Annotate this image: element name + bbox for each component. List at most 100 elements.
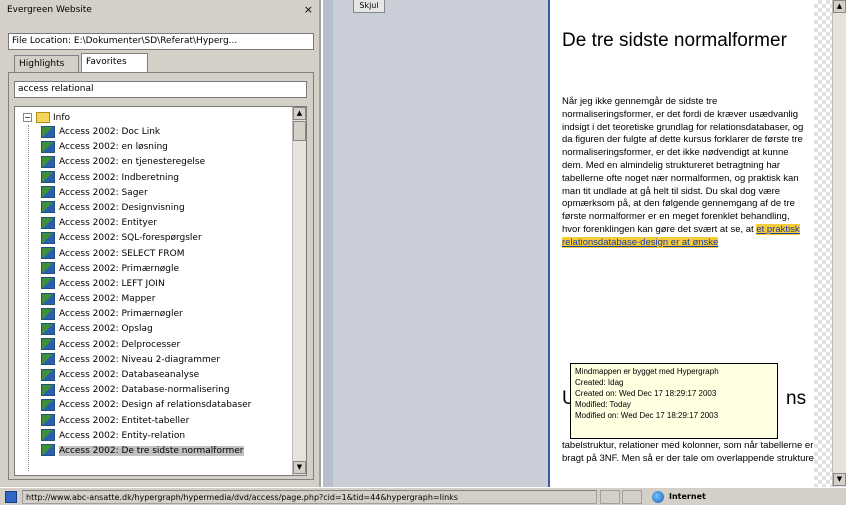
- file-location-field[interactable]: File Location: E:\Dokumenter\SD\Referat\…: [8, 33, 314, 50]
- tree-item[interactable]: Access 2002: Delprocesser: [41, 338, 286, 353]
- scroll-down-arrow[interactable]: ▼: [293, 461, 306, 474]
- tree-item[interactable]: Access 2002: Primærnøgle: [41, 262, 286, 277]
- tooltip-title: Mindmappen er bygget med Hypergraph: [575, 367, 719, 376]
- frame-divider: Skjul: [333, 0, 550, 487]
- tree-item[interactable]: Access 2002: Primærnøgler: [41, 307, 286, 322]
- tree-item-label: Access 2002: Delprocesser: [59, 339, 181, 350]
- tree-item[interactable]: Access 2002: Doc Link: [41, 125, 286, 140]
- tree-item-label: Access 2002: Designvisning: [59, 202, 185, 213]
- document-icon: [41, 322, 55, 335]
- tree-item-label: Access 2002: SQL-forespørgsler: [59, 233, 202, 244]
- document-icon: [41, 414, 55, 427]
- security-zone-label: Internet: [669, 492, 706, 501]
- folder-icon: [36, 112, 50, 123]
- tree-item[interactable]: Access 2002: Entitet-tabeller: [41, 414, 286, 429]
- document-icon: [41, 186, 55, 199]
- tooltip-line: Modified: Today: [575, 400, 631, 409]
- tree-item-label: Access 2002: Sager: [59, 187, 148, 198]
- document-icon: [41, 247, 55, 259]
- tree-scrollbar[interactable]: ▲ ▼: [292, 107, 306, 475]
- tree-item[interactable]: Access 2002: Database-normalisering: [41, 383, 286, 398]
- tree-item[interactable]: Access 2002: Databaseanalyse: [41, 368, 286, 383]
- document-icon: [41, 155, 55, 168]
- status-bar: http://www.abc-ansatte.dk/hypergraph/hyp…: [0, 487, 846, 505]
- document-icon: [41, 307, 55, 320]
- document-icon: [41, 171, 55, 184]
- document-icon: [41, 231, 55, 244]
- tree-item-label: Access 2002: Primærnøgler: [59, 309, 183, 320]
- tree-item-label: Access 2002: Mapper: [59, 294, 156, 305]
- document-icon: [41, 398, 55, 411]
- tree-item[interactable]: Access 2002: SQL-forespørgsler: [41, 231, 286, 246]
- document-icon: [41, 262, 55, 275]
- search-input[interactable]: access relational: [14, 81, 307, 98]
- favorites-pane: Evergreen Website × File Location: E:\Do…: [0, 0, 321, 487]
- document-icon: [41, 140, 55, 153]
- tree-item-label: Access 2002: Databaseanalyse: [59, 370, 200, 380]
- close-icon[interactable]: ×: [304, 3, 313, 16]
- scroll-down-arrow[interactable]: ▼: [833, 473, 846, 486]
- tree-item[interactable]: Access 2002: Entity-relation: [41, 429, 286, 444]
- tree-item[interactable]: Access 2002: Mapper: [41, 292, 286, 307]
- tab-favorites[interactable]: Favorites: [81, 53, 148, 72]
- hide-button[interactable]: Skjul: [353, 0, 385, 13]
- tree-item-label: Access 2002: en tjenesteregelse: [59, 157, 206, 168]
- tree-root[interactable]: − Info: [23, 111, 70, 125]
- tree-item[interactable]: Access 2002: SELECT FROM: [41, 247, 286, 262]
- tree-item-label: Access 2002: Niveau 2-diagrammer: [59, 354, 221, 365]
- page-scrollbar[interactable]: ▲ ▼: [832, 0, 846, 487]
- page-icon: [5, 491, 17, 503]
- pane-title: Evergreen Website: [7, 5, 92, 15]
- background-pattern: [814, 0, 832, 487]
- tree-item[interactable]: Access 2002: Designvisning: [41, 201, 286, 216]
- tree-connector: [28, 125, 29, 471]
- scroll-up-arrow[interactable]: ▲: [293, 107, 306, 120]
- tree-item[interactable]: Access 2002: Entityer: [41, 216, 286, 231]
- tree-item-label: Access 2002: Indberetning: [59, 172, 179, 183]
- tree-item-label: Access 2002: Entitet-tabeller: [59, 415, 190, 426]
- favorites-tree: − Info Access 2002: Doc Link Access 2002: …: [14, 106, 307, 476]
- tree-item-label: Access 2002: Doc Link: [59, 127, 161, 137]
- document-icon: [41, 277, 55, 290]
- collapse-icon[interactable]: −: [23, 113, 32, 122]
- document-icon: [41, 444, 55, 457]
- tree-item[interactable]: Access 2002: Design af relationsdatabase…: [41, 398, 286, 413]
- favorites-tab-panel: access relational − Info Access 2002: Doc…: [8, 72, 314, 480]
- tree-item-label: Access 2002: Entityer: [59, 218, 157, 229]
- tree-item-label: Access 2002: Opslag: [59, 324, 153, 335]
- link-tooltip: Mindmappen er bygget med Hypergraph Crea…: [570, 363, 778, 439]
- tree-item[interactable]: Access 2002: Opslag: [41, 322, 286, 337]
- tree-item[interactable]: Access 2002: en løsning: [41, 140, 286, 155]
- tab-highlights[interactable]: Highlights: [14, 55, 79, 73]
- body-paragraph: Når jeg ikke gennemgår de sidste tre nor…: [562, 96, 810, 250]
- scroll-up-arrow[interactable]: ▲: [833, 0, 846, 13]
- tree-item[interactable]: Access 2002: Sager: [41, 186, 286, 201]
- tree-list: Access 2002: Doc Link Access 2002: en løs…: [41, 125, 286, 459]
- document-icon: [41, 292, 55, 305]
- tree-item-label: Access 2002: Design af relationsdatabase…: [59, 400, 252, 411]
- tree-item-label: Access 2002: en løsning: [59, 142, 168, 153]
- tooltip-line: Created: Idag: [575, 378, 624, 387]
- tree-item-label: Access 2002: De tre sidste normalformer: [59, 445, 244, 456]
- tree-item[interactable]: Access 2002: LEFT JOIN: [41, 277, 286, 292]
- status-cell: [622, 490, 642, 504]
- document-icon: [41, 368, 55, 381]
- page-content: De tre sidste normalformer Når jeg ikke …: [552, 0, 846, 487]
- document-icon: [41, 338, 55, 351]
- tree-item[interactable]: Access 2002: Niveau 2-diagrammer: [41, 353, 286, 368]
- tree-item-label: Access 2002: Entity-relation: [59, 430, 186, 441]
- section-heading-end: ns: [786, 388, 807, 409]
- tree-item[interactable]: Access 2002: Indberetning: [41, 171, 286, 186]
- tree-item[interactable]: Access 2002: en tjenesteregelse: [41, 155, 286, 170]
- document-icon: [41, 353, 55, 366]
- tree-root-label: Info: [53, 113, 71, 123]
- tooltip-line: Created on: Wed Dec 17 18:29:17 2003: [575, 389, 717, 398]
- document-icon: [41, 216, 55, 229]
- page-title: De tre sidste normalformer: [562, 30, 787, 51]
- tree-item-label: Access 2002: Database-normalisering: [59, 385, 230, 396]
- tree-item[interactable]: Access 2002: De tre sidste normalformer: [41, 444, 286, 459]
- document-icon: [41, 125, 55, 138]
- tree-item-label: Access 2002: SELECT FROM: [59, 248, 185, 259]
- scroll-thumb[interactable]: [293, 121, 306, 141]
- document-icon: [41, 429, 55, 442]
